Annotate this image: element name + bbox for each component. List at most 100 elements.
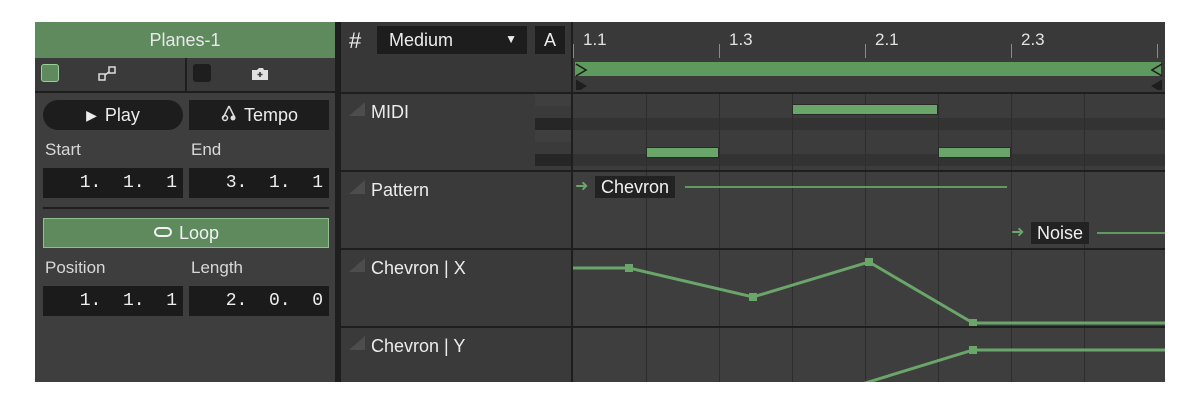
metronome-icon bbox=[220, 104, 238, 127]
play-icon: ▶ bbox=[86, 106, 97, 123]
clip-title[interactable]: Planes-1 bbox=[35, 22, 335, 58]
end-tick: 1 bbox=[312, 173, 323, 193]
length-beat: 0. bbox=[268, 291, 291, 311]
automation-point bbox=[969, 319, 977, 326]
length-bar: 2. bbox=[225, 291, 248, 311]
automation-curve[interactable] bbox=[573, 250, 1165, 326]
end-label: End bbox=[191, 140, 222, 159]
pattern-duration-line bbox=[685, 186, 1007, 188]
position-bar: 1. bbox=[79, 291, 102, 311]
position-label: Position bbox=[45, 258, 106, 277]
loop-button[interactable]: Loop bbox=[43, 218, 329, 248]
automation-lane-chevron-x[interactable] bbox=[573, 250, 1165, 328]
track-name: Chevron | X bbox=[371, 258, 466, 278]
clip-color-swatch[interactable] bbox=[41, 64, 59, 82]
divider bbox=[43, 207, 329, 209]
grid-line bbox=[938, 172, 939, 248]
timeline-ruler[interactable]: 1.1 1.3 2.1 2.3 bbox=[573, 22, 1165, 58]
loop-start-marker-icon[interactable] bbox=[575, 62, 589, 90]
arrow-right-icon: ➜ bbox=[575, 178, 589, 195]
start-field[interactable]: 1. 1. 1 bbox=[43, 168, 183, 198]
key-row-dark bbox=[573, 118, 1165, 130]
loop-region-bar[interactable] bbox=[573, 58, 1165, 94]
loop-icon bbox=[153, 223, 173, 244]
link-icon[interactable] bbox=[97, 65, 119, 88]
midi-note[interactable] bbox=[646, 147, 719, 158]
collapse-toggle-icon[interactable] bbox=[349, 258, 365, 272]
auto-button[interactable]: A bbox=[535, 26, 565, 54]
piano-key bbox=[535, 94, 571, 106]
collapse-toggle-icon[interactable] bbox=[349, 336, 365, 350]
grid-hash-icon[interactable]: # bbox=[349, 28, 361, 54]
clip-panel: Planes-1 ▶ Play Tempo Start End 1. 1. 1 … bbox=[35, 22, 341, 382]
track-header-chevron-x[interactable]: Chevron | X bbox=[341, 250, 571, 328]
grid-line bbox=[1084, 94, 1085, 170]
position-tick: 1 bbox=[166, 291, 177, 311]
track-name: MIDI bbox=[371, 102, 409, 122]
start-beat: 1. bbox=[122, 173, 145, 193]
start-label: Start bbox=[45, 140, 81, 159]
pattern-clip-chevron[interactable]: Chevron bbox=[595, 176, 676, 198]
length-field[interactable]: 2. 0. 0 bbox=[189, 286, 329, 316]
chevron-down-icon: ▼ bbox=[505, 32, 517, 46]
automation-lane-chevron-y[interactable] bbox=[573, 328, 1165, 382]
length-label: Length bbox=[191, 258, 243, 277]
midi-lane[interactable] bbox=[573, 94, 1165, 172]
app-window: Planes-1 ▶ Play Tempo Start End 1. 1. 1 … bbox=[35, 22, 1165, 382]
arrangement-view[interactable]: 1.1 1.3 2.1 2.3 ➜ Chevron ➜ Noise bbox=[571, 22, 1165, 382]
end-beat: 1. bbox=[268, 173, 291, 193]
length-tick: 0 bbox=[312, 291, 323, 311]
start-bar: 1. bbox=[79, 173, 102, 193]
clip-secondary-swatch[interactable] bbox=[193, 64, 211, 82]
play-button[interactable]: ▶ Play bbox=[43, 100, 183, 130]
divider bbox=[185, 58, 187, 91]
position-field[interactable]: 1. 1. 1 bbox=[43, 286, 183, 316]
pattern-duration-line bbox=[1097, 232, 1165, 234]
grid-line bbox=[792, 172, 793, 248]
clip-props-row bbox=[35, 58, 335, 93]
ruler-tick bbox=[573, 44, 574, 58]
folder-icon[interactable] bbox=[250, 65, 270, 88]
grid-toolbar: # Medium ▼ A bbox=[341, 22, 571, 58]
pattern-clip-noise[interactable]: Noise bbox=[1031, 222, 1090, 244]
automation-point bbox=[865, 258, 873, 266]
midi-note[interactable] bbox=[938, 147, 1011, 158]
collapse-toggle-icon[interactable] bbox=[349, 102, 365, 116]
grid-line bbox=[865, 172, 866, 248]
grid-size-value: Medium bbox=[389, 29, 454, 50]
collapse-toggle-icon[interactable] bbox=[349, 180, 365, 194]
grid-line bbox=[1011, 94, 1012, 170]
pattern-lane[interactable]: ➜ Chevron ➜ Noise bbox=[573, 172, 1165, 250]
end-bar: 3. bbox=[225, 173, 248, 193]
automation-point bbox=[969, 346, 977, 354]
automation-point bbox=[625, 264, 633, 272]
end-field[interactable]: 3. 1. 1 bbox=[189, 168, 329, 198]
start-tick: 1 bbox=[166, 173, 177, 193]
grid-size-select[interactable]: Medium ▼ bbox=[377, 26, 527, 54]
ruler-label: 2.1 bbox=[875, 30, 899, 49]
midi-note[interactable] bbox=[792, 104, 938, 115]
track-header-pattern[interactable]: Pattern bbox=[341, 172, 571, 250]
piano-key bbox=[535, 142, 571, 154]
play-label: Play bbox=[104, 104, 140, 125]
auto-label: A bbox=[543, 29, 556, 50]
ruler-tick bbox=[1157, 44, 1158, 58]
tempo-button[interactable]: Tempo bbox=[189, 100, 329, 130]
track-header-midi[interactable]: MIDI bbox=[341, 94, 571, 172]
piano-key bbox=[535, 106, 571, 118]
track-header-column: # Medium ▼ A MIDI Pattern Chevron | X Ch… bbox=[341, 22, 571, 382]
ruler-tick bbox=[1011, 44, 1012, 58]
piano-key bbox=[535, 130, 571, 142]
automation-curve[interactable] bbox=[573, 328, 1165, 382]
loop-label: Loop bbox=[178, 222, 220, 243]
ruler-label: 2.3 bbox=[1021, 30, 1045, 49]
ruler-tick bbox=[719, 44, 720, 58]
piano-key bbox=[535, 118, 571, 130]
tempo-label: Tempo bbox=[243, 104, 299, 125]
loop-end-marker-icon[interactable] bbox=[1149, 62, 1163, 90]
arrow-right-icon: ➜ bbox=[1011, 224, 1025, 241]
track-name: Chevron | Y bbox=[371, 336, 466, 356]
grid-line bbox=[938, 94, 939, 170]
loop-region[interactable] bbox=[575, 62, 1161, 76]
track-header-chevron-y[interactable]: Chevron | Y bbox=[341, 328, 571, 382]
